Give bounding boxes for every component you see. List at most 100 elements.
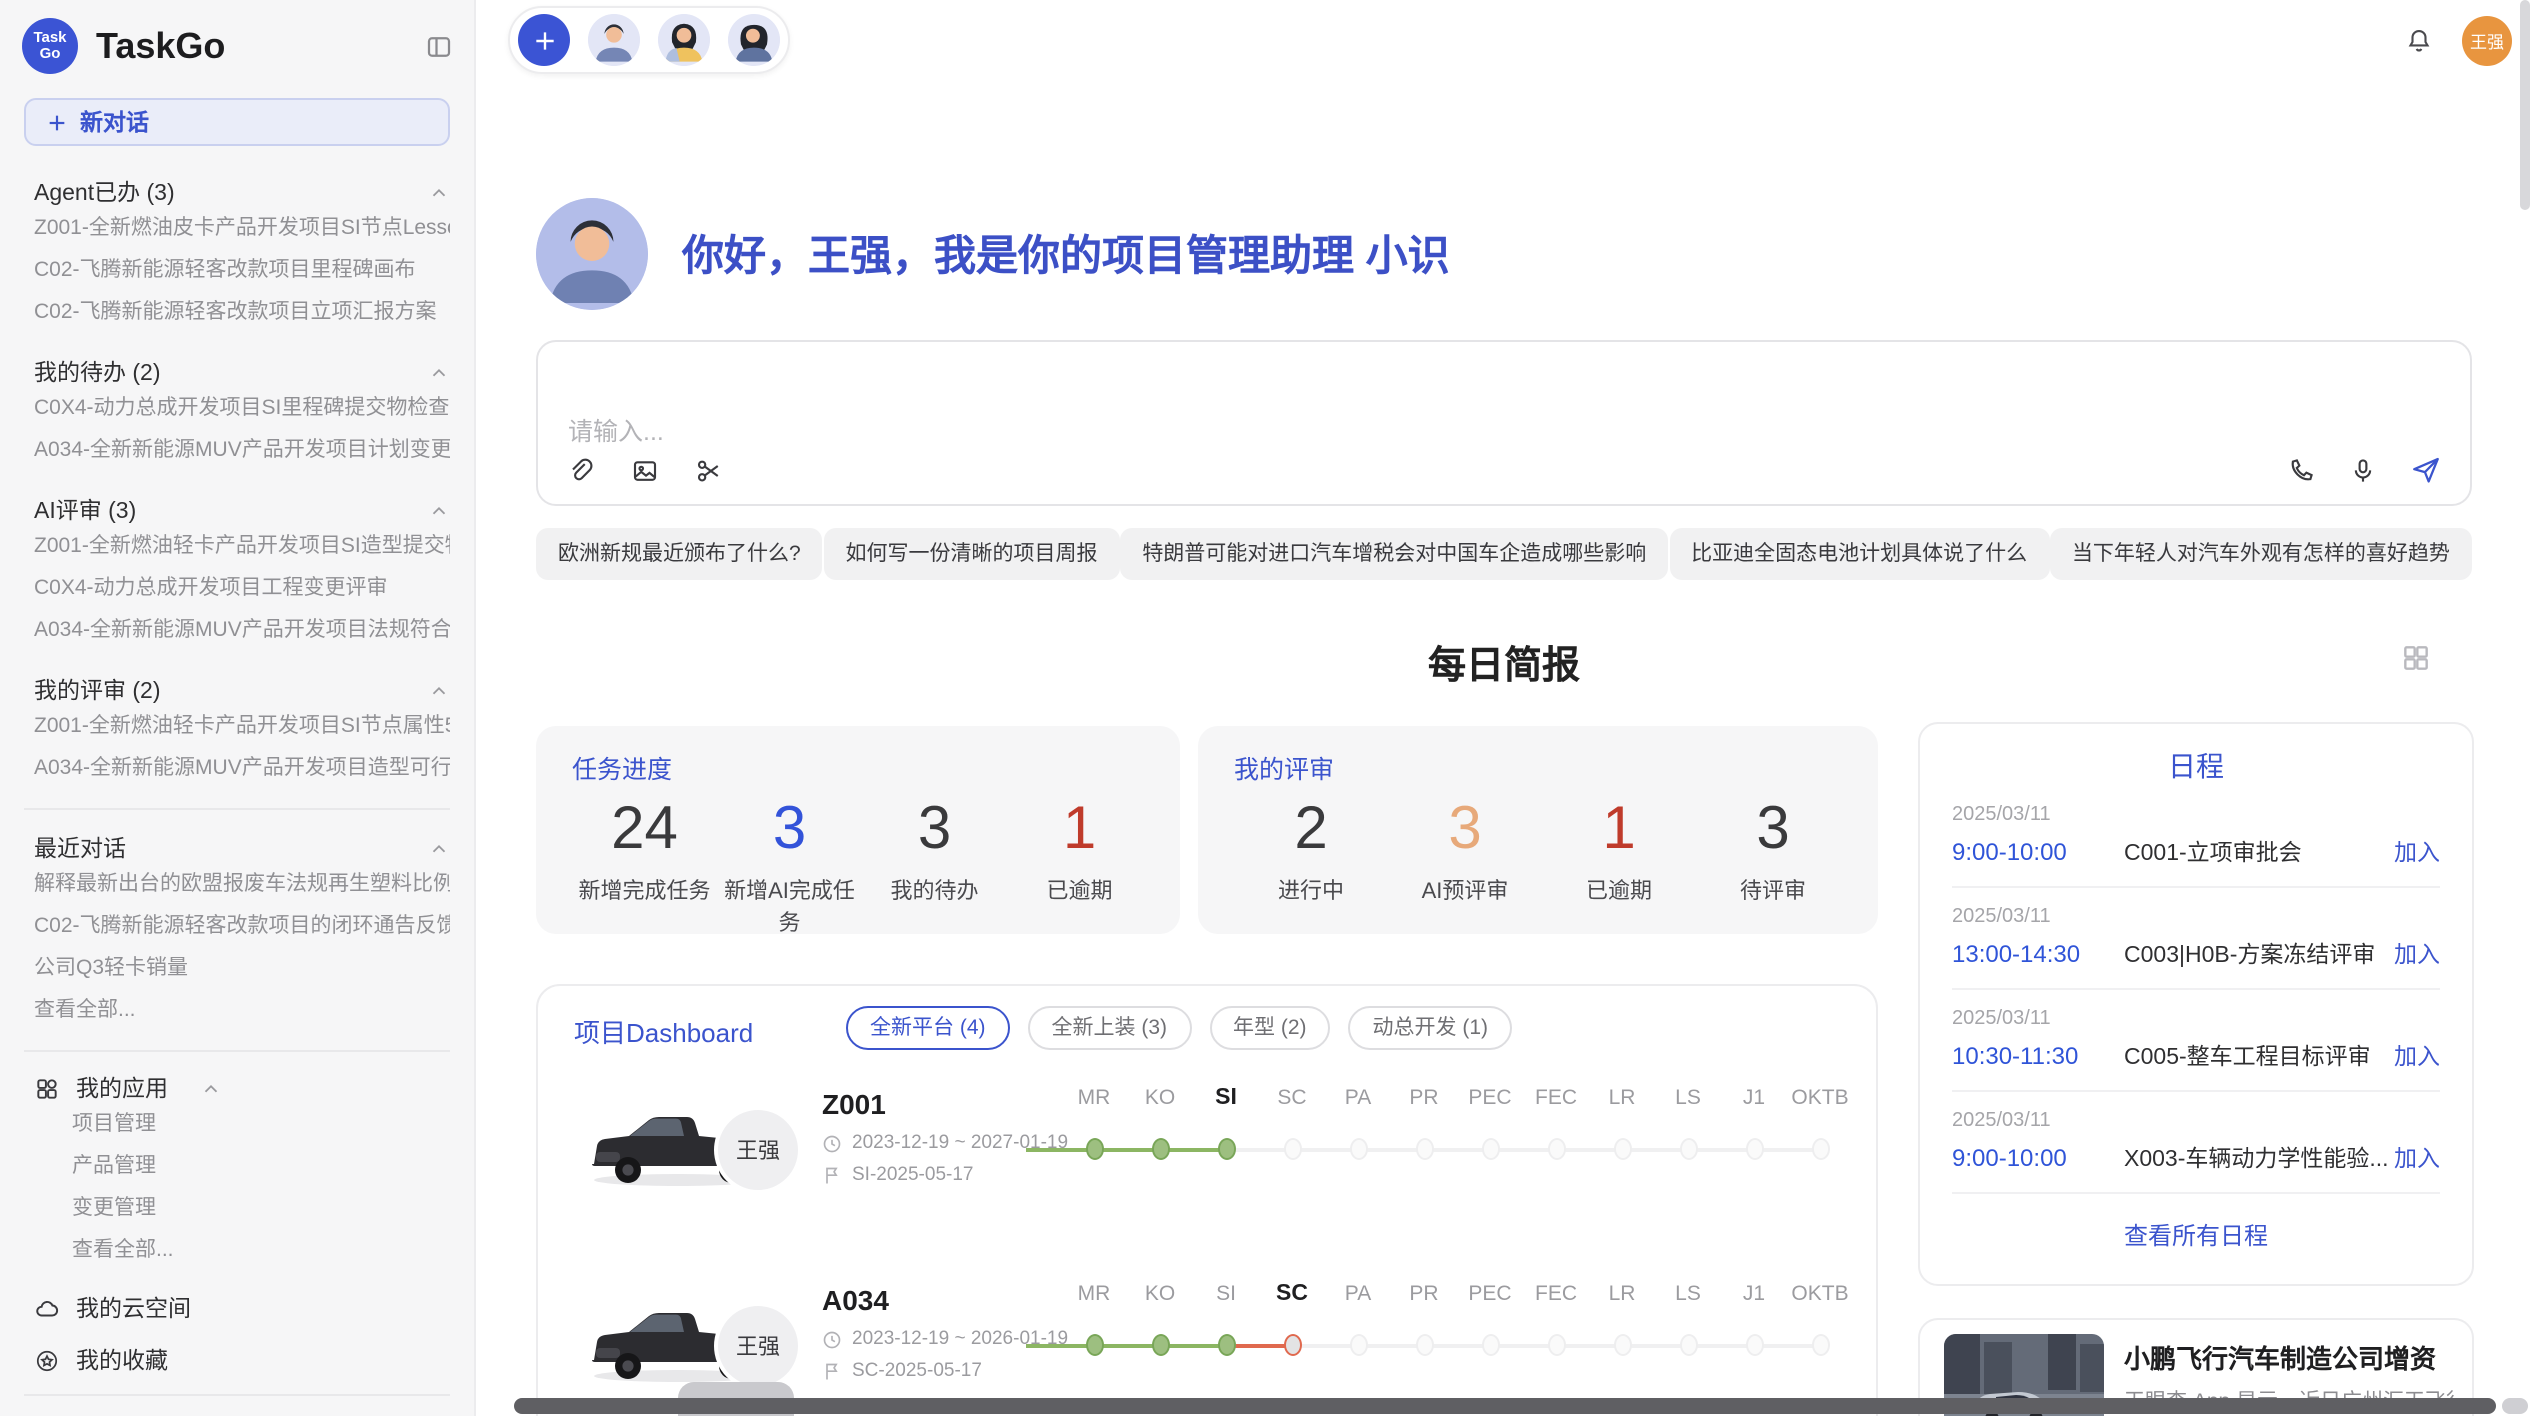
- view-all-apps[interactable]: 查看全部...: [34, 1230, 450, 1272]
- sidebar-collapse-icon[interactable]: [424, 31, 454, 61]
- list-item[interactable]: A034-全新新能源MUV产品开发项目法规符合性评审: [34, 610, 450, 652]
- filter-chip[interactable]: 全新上装 (3): [1028, 1006, 1192, 1050]
- join-button[interactable]: 加入: [2394, 1039, 2440, 1071]
- microphone-icon[interactable]: [2348, 455, 2378, 485]
- milestone-label: KO: [1145, 1086, 1175, 1110]
- group-agent-done[interactable]: Agent已办 (3): [34, 176, 450, 208]
- milestone-label: FEC: [1535, 1282, 1577, 1306]
- group-my-review[interactable]: 我的评审 (2): [34, 674, 450, 706]
- group-title: 最近对话: [34, 832, 126, 864]
- milestone-dot: [1679, 1138, 1697, 1160]
- list-item[interactable]: C02-飞腾新能源轻客改款项目里程碑画布: [34, 250, 450, 292]
- list-item[interactable]: 公司Q3轻卡销量: [34, 948, 450, 990]
- event-name: C001-立项审批会: [2124, 835, 2394, 867]
- chevron-up-icon[interactable]: [428, 499, 450, 521]
- chevron-up-icon[interactable]: [428, 837, 450, 859]
- owner-avatar: 王强: [714, 1106, 802, 1194]
- attachment-icon[interactable]: [566, 456, 596, 486]
- milestone-label: PA: [1345, 1282, 1371, 1306]
- chat-input[interactable]: 请输入...: [536, 340, 2472, 506]
- stat: 1 已逾期: [1542, 794, 1696, 906]
- schedule-event: 2025/03/11 9:00-10:00 C001-立项审批会 加入: [1952, 786, 2440, 888]
- list-item[interactable]: A034-全新新能源MUV产品开发项目计划变更表编写: [34, 430, 450, 472]
- list-item[interactable]: C0X4-动力总成开发项目工程变更评审: [34, 568, 450, 610]
- new-conversation-button[interactable]: 新对话: [24, 98, 450, 146]
- milestone-dot: [1349, 1334, 1367, 1356]
- dashboard-title: 项目Dashboard: [574, 1012, 753, 1050]
- milestone-label: PA: [1345, 1086, 1371, 1110]
- milestone-label: SC: [1276, 1282, 1308, 1306]
- sidebar-item-favorites[interactable]: 我的收藏: [34, 1344, 450, 1376]
- stat-value: 3: [717, 794, 862, 866]
- list-item[interactable]: 解释最新出台的欧盟报废车法规再生塑料比例被调至15%...: [34, 864, 450, 906]
- horizontal-scrollbar-thumb[interactable]: [514, 1398, 2496, 1414]
- milestone-dot: [1415, 1138, 1433, 1160]
- project-flag-text: SC-2025-05-17: [852, 1360, 982, 1382]
- scrollbar-corner: [2502, 1398, 2528, 1414]
- milestone-label: OKTB: [1791, 1282, 1848, 1306]
- suggestion-chip[interactable]: 如何写一份清晰的项目周报: [824, 528, 1120, 580]
- scissors-icon[interactable]: [694, 456, 724, 486]
- suggestion-chip[interactable]: 欧洲新规最近颁布了什么?: [536, 528, 823, 580]
- event-name: C003|H0B-方案冻结评审: [2124, 937, 2394, 969]
- group-recent-chats[interactable]: 最近对话: [34, 832, 450, 864]
- list-item[interactable]: Z001-全新燃油皮卡产品开发项目SI节点Lesson Learn报告: [34, 208, 450, 250]
- filter-chip[interactable]: 全新平台 (4): [846, 1006, 1010, 1050]
- milestone-dot: [1745, 1334, 1763, 1356]
- suggestion-chips: 欧洲新规最近颁布了什么? 如何写一份清晰的项目周报 特朗普可能对进口汽车增税会对…: [536, 528, 2472, 580]
- milestone-dot: [1415, 1334, 1433, 1356]
- suggestion-chip[interactable]: 当下年轻人对汽车外观有怎样的喜好趋势: [2050, 528, 2472, 580]
- suggestion-chip[interactable]: 特朗普可能对进口汽车增税会对中国车企造成哪些影响: [1120, 528, 1668, 580]
- sidebar-item-product-mgmt[interactable]: 产品管理: [34, 1146, 450, 1188]
- stat-label: 新增AI完成任务: [717, 874, 862, 938]
- chevron-up-icon[interactable]: [200, 1077, 222, 1099]
- task-progress-card: 任务进度 24 新增完成任务 3 新增AI完成任务 3 我的待办 1 已逾期: [536, 726, 1180, 934]
- view-all-chats[interactable]: 查看全部...: [34, 990, 450, 1032]
- project-code: A034: [822, 1284, 889, 1316]
- filter-chip[interactable]: 年型 (2): [1209, 1006, 1331, 1050]
- milestone-dot: [1811, 1334, 1829, 1356]
- join-button[interactable]: 加入: [2394, 835, 2440, 867]
- sidebar-item-cloud-space[interactable]: 我的云空间: [34, 1292, 450, 1324]
- flag-icon: [822, 1165, 842, 1185]
- sidebar-item-my-apps[interactable]: 我的应用: [34, 1072, 450, 1104]
- list-item[interactable]: A034-全新新能源MUV产品开发项目造型可行性评审: [34, 748, 450, 790]
- list-item[interactable]: Z001-全新燃油轻卡产品开发项目SI节点属性5D文件评审: [34, 706, 450, 748]
- group-my-todo[interactable]: 我的待办 (2): [34, 356, 450, 388]
- suggestion-chip[interactable]: 比亚迪全固态电池计划具体说了什么: [1669, 528, 2049, 580]
- schedule-event: 2025/03/11 13:00-14:30 C003|H0B-方案冻结评审 加…: [1952, 888, 2440, 990]
- sidebar-item-project-mgmt[interactable]: 项目管理: [34, 1104, 450, 1146]
- join-button[interactable]: 加入: [2394, 1141, 2440, 1173]
- list-item[interactable]: Z001-全新燃油轻卡产品开发项目SI造型提交物评审: [34, 526, 450, 568]
- vertical-scrollbar-thumb[interactable]: [2520, 0, 2530, 210]
- schedule-event: 2025/03/11 10:30-11:30 C005-整车工程目标评审 加入: [1952, 990, 2440, 1092]
- list-item[interactable]: C02-飞腾新能源轻客改款项目立项汇报方案: [34, 292, 450, 334]
- project-row[interactable]: 王强 Z001 2023-12-19 ~ 2027-01-19 SI-2025-…: [538, 1066, 1876, 1262]
- list-item[interactable]: C0X4-动力总成开发项目SI里程碑提交物检查: [34, 388, 450, 430]
- group-ai-review[interactable]: AI评审 (3): [34, 494, 450, 526]
- layout-grid-icon[interactable]: [2400, 642, 2432, 674]
- event-time: 10:30-11:30: [1952, 1041, 2124, 1069]
- send-icon[interactable]: [2410, 454, 2442, 486]
- phone-icon[interactable]: [2286, 455, 2316, 485]
- sidebar-item-change-mgmt[interactable]: 变更管理: [34, 1188, 450, 1230]
- stat-value: 24: [572, 794, 717, 866]
- milestone-label: PR: [1409, 1282, 1438, 1306]
- milestone-dot: [1547, 1138, 1565, 1160]
- join-button[interactable]: 加入: [2394, 937, 2440, 969]
- clock-icon: [822, 1329, 842, 1349]
- schedule-event: 2025/03/11 9:00-10:00 X003-车辆动力学性能验... 加…: [1952, 1092, 2440, 1194]
- milestone-label: KO: [1145, 1282, 1175, 1306]
- list-item[interactable]: C02-飞腾新能源轻客改款项目的闭环通告反馈情况: [34, 906, 450, 948]
- milestone-label: SI: [1215, 1086, 1237, 1110]
- project-flag: SC-2025-05-17: [822, 1360, 982, 1382]
- event-name: C005-整车工程目标评审: [2124, 1039, 2394, 1071]
- view-all-schedule[interactable]: 查看所有日程: [1952, 1218, 2440, 1252]
- chevron-up-icon[interactable]: [428, 361, 450, 383]
- milestone-label: LS: [1675, 1086, 1701, 1110]
- chevron-up-icon[interactable]: [428, 181, 450, 203]
- owner-avatar: 王强: [714, 1302, 802, 1390]
- filter-chip[interactable]: 动总开发 (1): [1349, 1006, 1513, 1050]
- chevron-up-icon[interactable]: [428, 679, 450, 701]
- image-upload-icon[interactable]: [630, 456, 660, 486]
